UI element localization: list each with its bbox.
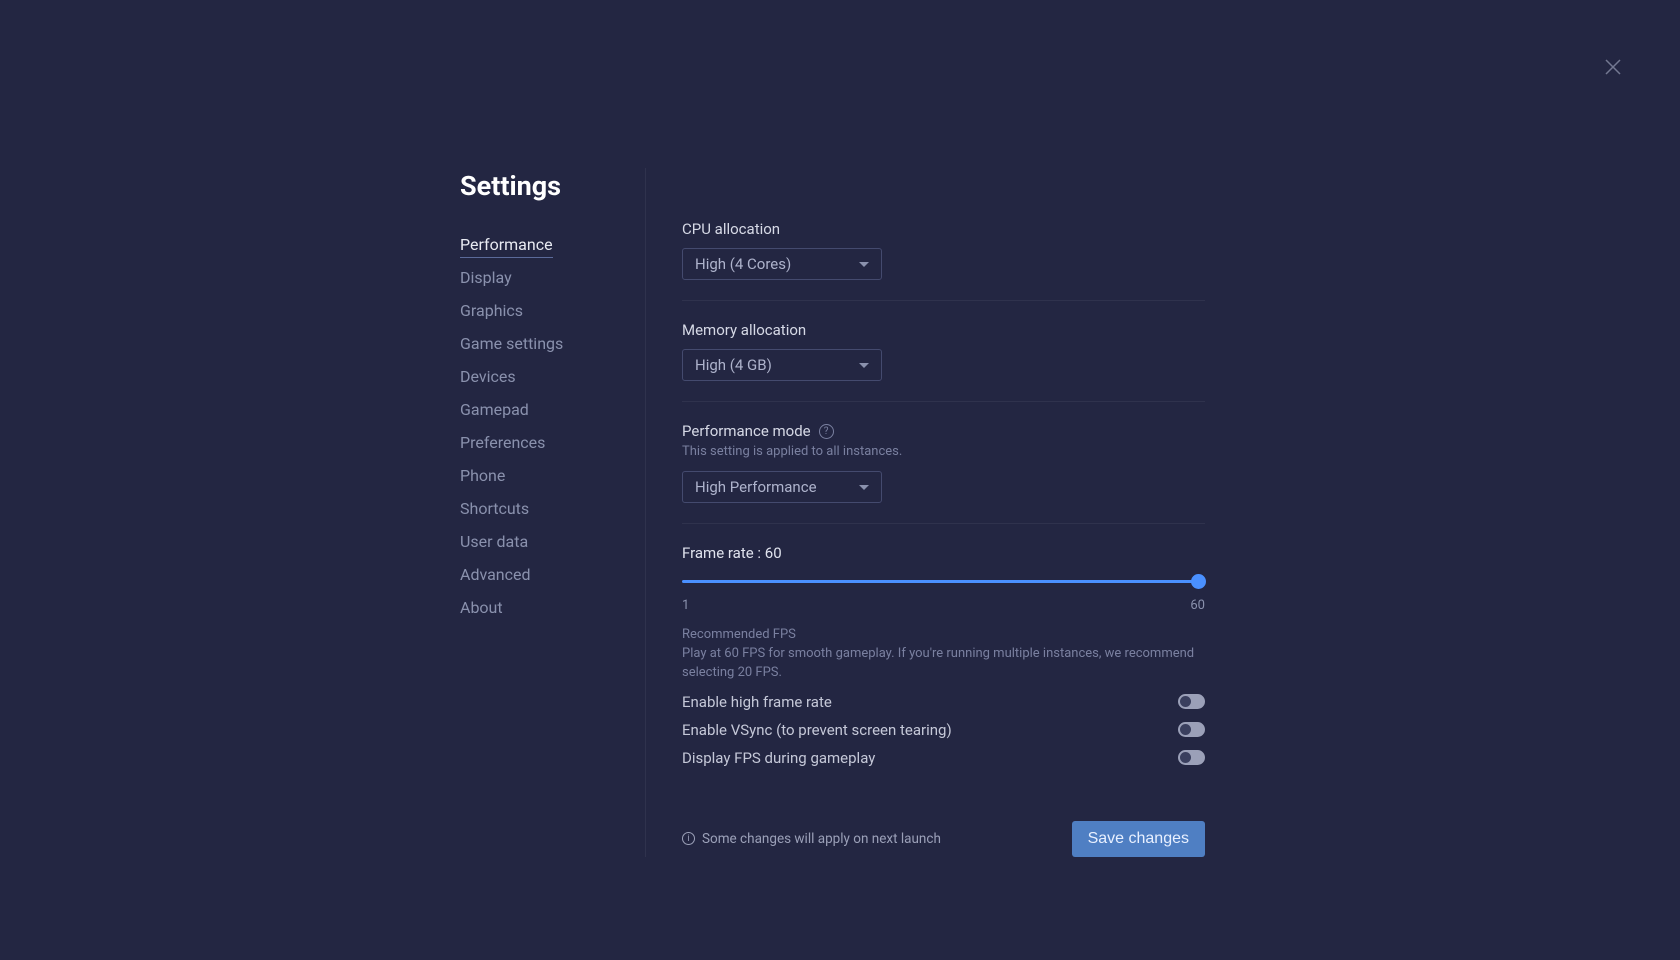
sidebar-item-game-settings[interactable]: Game settings [460, 327, 645, 360]
sidebar-item-advanced[interactable]: Advanced [460, 558, 645, 591]
sidebar-item-display[interactable]: Display [460, 261, 645, 294]
display-fps-label: Display FPS during gameplay [682, 749, 875, 767]
enable-high-frame-rate-toggle[interactable] [1178, 694, 1205, 709]
help-icon[interactable]: ? [819, 424, 834, 439]
save-changes-button[interactable]: Save changes [1072, 821, 1205, 857]
slider-max: 60 [1190, 598, 1205, 613]
sidebar-item-shortcuts[interactable]: Shortcuts [460, 492, 645, 525]
page-title: Settings [460, 170, 561, 202]
sidebar-item-phone[interactable]: Phone [460, 459, 645, 492]
performance-mode-note: This setting is applied to all instances… [682, 444, 1205, 459]
caret-down-icon [859, 363, 869, 368]
sidebar-item-devices[interactable]: Devices [460, 360, 645, 393]
caret-down-icon [859, 262, 869, 267]
frame-rate-slider[interactable] [682, 572, 1205, 596]
settings-sidebar: Performance Display Graphics Game settin… [460, 168, 645, 857]
performance-mode-select[interactable]: High Performance [682, 471, 882, 503]
cpu-allocation-select[interactable]: High (4 Cores) [682, 248, 882, 280]
memory-allocation-label: Memory allocation [682, 321, 1205, 339]
sidebar-item-about[interactable]: About [460, 591, 645, 624]
sidebar-item-user-data[interactable]: User data [460, 525, 645, 558]
slider-track [682, 580, 1205, 583]
sidebar-item-gamepad[interactable]: Gamepad [460, 393, 645, 426]
enable-vsync-label: Enable VSync (to prevent screen tearing) [682, 721, 952, 739]
memory-allocation-value: High (4 GB) [695, 356, 772, 374]
recommended-fps-heading: Recommended FPS [682, 627, 1205, 642]
sidebar-item-preferences[interactable]: Preferences [460, 426, 645, 459]
enable-vsync-toggle[interactable] [1178, 722, 1205, 737]
frame-rate-label: Frame rate : 60 [682, 544, 1205, 562]
performance-mode-value: High Performance [695, 478, 817, 496]
performance-mode-label: Performance mode ? [682, 422, 1205, 440]
sidebar-item-graphics[interactable]: Graphics [460, 294, 645, 327]
memory-allocation-select[interactable]: High (4 GB) [682, 349, 882, 381]
sidebar-item-performance[interactable]: Performance [460, 228, 645, 261]
cpu-allocation-label: CPU allocation [682, 220, 1205, 238]
display-fps-toggle[interactable] [1178, 750, 1205, 765]
slider-min: 1 [682, 598, 689, 613]
caret-down-icon [859, 485, 869, 490]
footer-note: i Some changes will apply on next launch [682, 831, 941, 847]
cpu-allocation-value: High (4 Cores) [695, 255, 791, 273]
close-icon[interactable] [1601, 55, 1625, 79]
info-icon: i [682, 832, 695, 845]
slider-thumb[interactable] [1191, 574, 1206, 589]
settings-content: CPU allocation High (4 Cores) Memory all… [645, 168, 1205, 857]
recommended-fps-desc: Play at 60 FPS for smooth gameplay. If y… [682, 645, 1205, 683]
enable-high-frame-rate-label: Enable high frame rate [682, 693, 832, 711]
